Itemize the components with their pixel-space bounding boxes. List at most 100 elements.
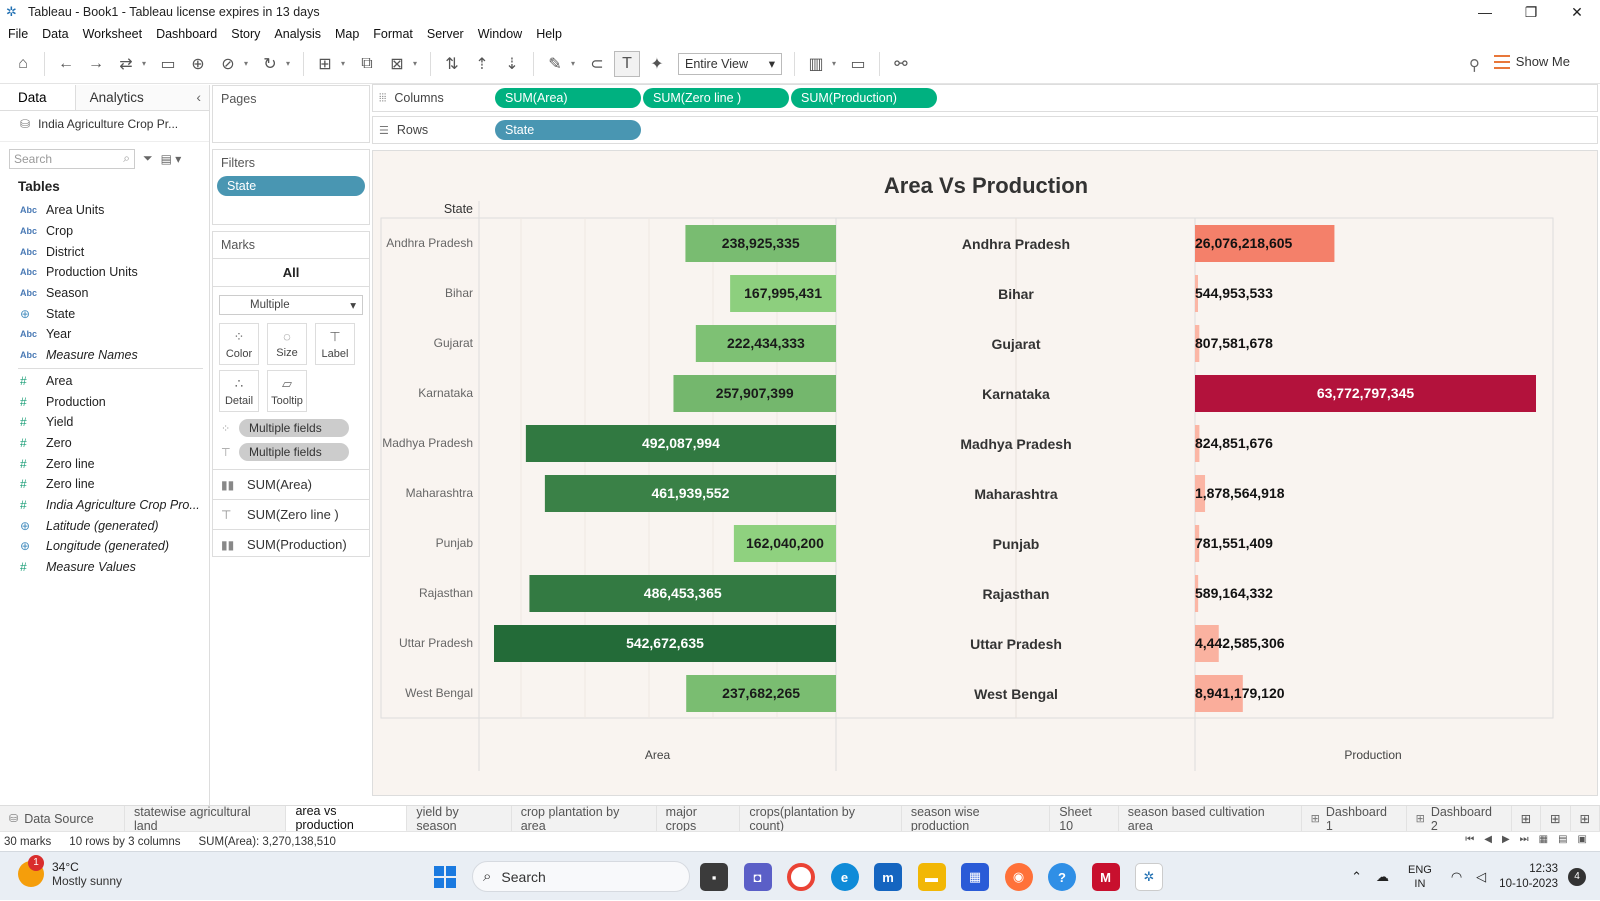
tooltip-button[interactable]: ▱ Tooltip [267, 370, 307, 412]
field-item[interactable]: Abc Measure Names [0, 345, 209, 366]
sheet-tab[interactable]: area vs production [286, 804, 408, 832]
mylp-icon[interactable]: m [874, 863, 902, 891]
last-sheet-icon[interactable]: ⏭ [1520, 834, 1529, 845]
menu-format[interactable]: Format [373, 27, 413, 41]
notification-badge[interactable]: 4 [1568, 867, 1586, 886]
marks-all-tab[interactable]: All [213, 258, 369, 287]
sheet-tab[interactable]: major crops [657, 805, 741, 833]
size-button[interactable]: ◌ Size [267, 323, 307, 365]
field-item[interactable]: Abc Production Units [0, 262, 209, 283]
field-item[interactable]: # Yield [0, 412, 209, 433]
field-item[interactable]: # Zero line [0, 474, 209, 495]
sheet-tab[interactable]: statewise agricultural land [125, 805, 287, 833]
show-me-button[interactable]: Show Me [1493, 54, 1570, 69]
taskbar-search[interactable]: ⌕ Search [472, 861, 690, 892]
columns-shelf[interactable]: ⦙⦙⦙ Columns SUM(Area) SUM(Zero line ) SUM… [372, 84, 1598, 112]
field-item[interactable]: ⊕ Latitude (generated) [0, 515, 209, 536]
chevron-down-icon[interactable]: ▾ [338, 51, 348, 77]
show-labels-icon[interactable]: T [614, 50, 640, 77]
fix-axes-icon[interactable]: ✦ [644, 51, 670, 77]
column-pill-production[interactable]: SUM(Production) [791, 88, 937, 108]
menu-dashboard[interactable]: Dashboard [156, 27, 217, 41]
new-dashboard-icon[interactable]: ⊞ [1541, 805, 1571, 832]
field-item[interactable]: # Measure Values [0, 557, 209, 578]
marks-tab-area[interactable]: ▮▮ SUM(Area) [213, 469, 369, 499]
language-indicator[interactable]: ENG IN [1408, 863, 1432, 891]
clock[interactable]: 12:33 10-10-2023 [1499, 862, 1558, 892]
new-worksheet-icon[interactable]: ⊞ [312, 51, 338, 77]
chevron-down-icon[interactable]: ▾ [568, 51, 578, 77]
mark-field-label[interactable]: ⊤ Multiple fields [213, 441, 369, 463]
chevron-down-icon[interactable]: ▾ [241, 51, 251, 77]
sheet-tab[interactable]: season wise production [902, 805, 1051, 833]
edge-icon[interactable]: e [830, 863, 859, 891]
field-item[interactable]: Abc Year [0, 324, 209, 345]
column-pill-zero-line[interactable]: SUM(Zero line ) [643, 88, 789, 108]
sheet-tab[interactable]: Sheet 10 [1050, 805, 1119, 833]
tab-analytics[interactable]: Analytics [75, 85, 209, 110]
fit-select[interactable]: Entire View ▾ [678, 52, 782, 75]
teams-icon[interactable]: ◘ [743, 863, 772, 891]
menu-worksheet[interactable]: Worksheet [83, 27, 143, 41]
tab-data[interactable]: Data [0, 85, 76, 110]
redo-icon[interactable]: → [83, 51, 109, 77]
refresh-icon[interactable]: ↻ [257, 51, 283, 77]
mcafee-icon[interactable]: M [1091, 863, 1120, 891]
field-item[interactable]: # India Agriculture Crop Pro... [0, 495, 209, 516]
menu-window[interactable]: Window [478, 27, 522, 41]
sheet-sorter-icon[interactable]: ▦ [1539, 834, 1548, 845]
close-button[interactable]: ✕ [1554, 0, 1600, 24]
share-icon[interactable]: ⚯ [888, 51, 914, 77]
field-item[interactable]: # Production [0, 391, 209, 412]
view-options-icon[interactable]: ▤ ▾ [161, 152, 182, 166]
menu-data[interactable]: Data [42, 27, 68, 41]
menu-map[interactable]: Map [335, 27, 359, 41]
field-search-input[interactable]: Search ⌕ [9, 148, 135, 169]
detail-button[interactable]: ∴ Detail [219, 370, 259, 412]
filter-icon[interactable]: ⏷ [143, 151, 153, 166]
chrome-icon[interactable] [787, 863, 815, 891]
chevron-down-icon[interactable]: ▾ [139, 51, 149, 77]
sheet-tab[interactable]: crop plantation by area [512, 805, 657, 833]
tableau-taskbar-icon[interactable]: ✲ [1135, 863, 1163, 891]
marks-tab-production[interactable]: ▮▮ SUM(Production) [213, 529, 369, 559]
field-item[interactable]: Abc Season [0, 283, 209, 304]
datasource-item[interactable]: ⛁ India Agriculture Crop Pr... [0, 111, 209, 137]
maximize-button[interactable]: ❐ [1508, 0, 1554, 24]
menu-story[interactable]: Story [231, 27, 260, 41]
minimize-button[interactable]: — [1462, 0, 1508, 24]
store-icon[interactable]: ▦ [961, 863, 989, 891]
mark-type-select[interactable]: Multiple ▾ [219, 295, 363, 315]
undo-icon[interactable]: ← [53, 51, 79, 77]
rows-shelf[interactable]: ☰ Rows State [372, 116, 1598, 144]
field-item[interactable]: Abc District [0, 241, 209, 262]
swap-icon[interactable]: ⇅ [439, 51, 465, 77]
new-story-icon[interactable]: ⊞ [1571, 805, 1600, 832]
filter-pill-state[interactable]: State [217, 176, 365, 196]
highlight-icon[interactable]: ✎ [542, 51, 568, 77]
sheet-tab[interactable]: ⛁ Data Source [0, 805, 125, 832]
pause-updates-icon[interactable]: ⊘ [215, 51, 241, 77]
prev-sheet-icon[interactable]: ◀ [1484, 834, 1492, 845]
filmstrip-icon[interactable]: ▤ [1558, 834, 1567, 845]
label-button[interactable]: ⊤ Label [315, 323, 355, 365]
sheet-tab[interactable]: ⊞ Dashboard 1 [1302, 805, 1407, 833]
home-icon[interactable]: ⌂ [10, 51, 36, 77]
row-pill-state[interactable]: State [495, 120, 641, 140]
pin-icon[interactable]: ⚲ [1469, 56, 1480, 74]
presentation-icon[interactable]: ▭ [845, 51, 871, 77]
next-sheet-icon[interactable]: ▶ [1502, 834, 1510, 845]
tabs-view-icon[interactable]: ▣ [1578, 834, 1587, 845]
column-pill-area[interactable]: SUM(Area) [495, 88, 641, 108]
field-item[interactable]: Abc Crop [0, 221, 209, 242]
onedrive-icon[interactable]: ☁ [1376, 869, 1389, 885]
color-button[interactable]: ⁘ Color [219, 323, 259, 365]
filters-card[interactable]: Filters State [212, 149, 370, 225]
menu-help[interactable]: Help [536, 27, 562, 41]
menu-server[interactable]: Server [427, 27, 464, 41]
wifi-icon[interactable]: ◠ [1451, 869, 1462, 885]
sheet-tab[interactable]: yield by season [407, 805, 512, 833]
field-item[interactable]: # Zero [0, 433, 209, 454]
duplicate-sheet-icon[interactable]: ⧉ [354, 51, 380, 77]
new-worksheet-icon[interactable]: ⊞ [1512, 805, 1542, 832]
